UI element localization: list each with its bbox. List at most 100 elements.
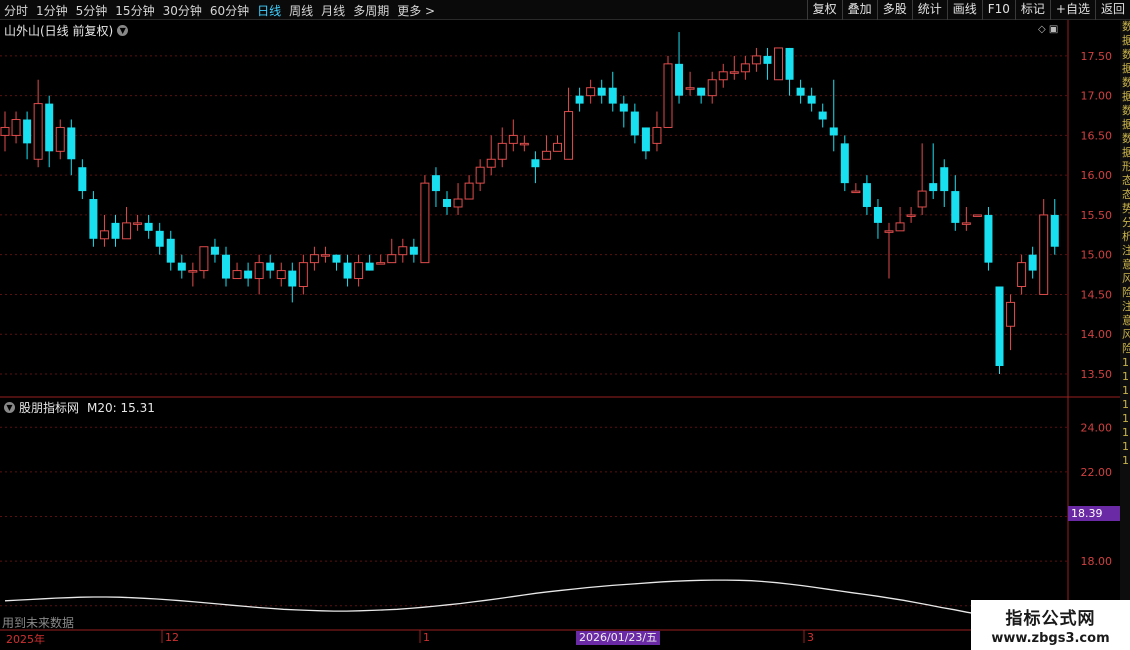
candle-body-up [398, 246, 408, 256]
candle-body-up [99, 230, 109, 240]
watermark-url: www.zbgs3.com [991, 631, 1110, 646]
candle-body-down [222, 254, 230, 279]
candle-body-up [11, 119, 21, 136]
indicator-tick-label: 22.00 [1081, 466, 1113, 479]
candle-body-up [376, 262, 386, 265]
candle-body-up [497, 142, 507, 160]
candle-body-up [519, 142, 529, 146]
candle-body-down [78, 167, 87, 192]
candle-body-down [597, 87, 606, 96]
candle-body-up [740, 63, 750, 73]
candle-body-down [829, 127, 838, 136]
future-data-notice: 用到未来数据 [2, 616, 75, 630]
candle-body-up [685, 87, 695, 90]
candle-body-down [166, 238, 175, 263]
price-tick-label: 16.00 [1081, 169, 1113, 182]
candle-body-up [774, 47, 783, 81]
candle-body-down [807, 95, 816, 104]
candle-body-up [751, 55, 761, 65]
candle-body-down [619, 103, 628, 112]
candle-body-down [45, 103, 54, 152]
candle-body-down [929, 183, 938, 192]
price-tick-label: 14.00 [1081, 328, 1113, 341]
candle-body-down [531, 159, 540, 168]
price-tick-label: 17.00 [1081, 90, 1113, 103]
candle-body-down [155, 230, 164, 247]
candle-body-up [486, 158, 496, 168]
candle-body-down [343, 262, 352, 279]
candle-body-up [232, 270, 242, 280]
price-tick-label: 13.50 [1081, 368, 1113, 381]
candle-body-up [663, 63, 673, 128]
watermark: 指标公式网 www.zbgs3.com [971, 600, 1130, 650]
candle-body-up [33, 103, 43, 160]
price-tick-label: 15.00 [1081, 249, 1113, 262]
candle-body-up [541, 150, 551, 160]
candle-body-up [475, 166, 485, 184]
candle-body-down [443, 199, 451, 207]
candle-body-down [177, 262, 186, 271]
candle-body-up [354, 262, 364, 280]
candle-body-up [707, 79, 717, 97]
candle-body-down [940, 167, 949, 192]
price-tick-label: 16.50 [1081, 129, 1113, 142]
candle-body-down [266, 262, 275, 271]
indicator-tick-label: 24.00 [1081, 421, 1113, 434]
candle-body-up [320, 254, 330, 257]
candle-body-up [906, 214, 916, 217]
candle-body-up [1039, 214, 1049, 295]
candle-body-down [873, 206, 882, 223]
candle-body-up [1006, 301, 1016, 327]
candle-body-up [652, 126, 662, 144]
candle-body-up [254, 262, 264, 280]
candle-body-up [55, 126, 65, 152]
indicator-tick-label: 18.00 [1081, 555, 1113, 568]
candle-body-down [210, 246, 219, 255]
right-info-strip: 数据数据数据数据 数据形态态势分析 注意风险注意风险 11111111 [1120, 20, 1130, 650]
chart-canvas[interactable]: 17.50 17.00 16.50 16.00 15.50 15.00 14.50 14.00… [0, 0, 1130, 650]
candle-body-down [840, 143, 849, 184]
candle-body-down [431, 175, 440, 192]
candle-body-down [332, 254, 341, 263]
candle-body-down [1028, 254, 1037, 271]
candle-body-down [144, 222, 153, 231]
candle-body-up [972, 214, 982, 217]
candle-body-down [630, 111, 639, 136]
month-label: 12 [165, 631, 179, 644]
candle-body-up [718, 71, 728, 81]
price-tick-label: 14.50 [1081, 288, 1113, 301]
month-label: 1 [423, 631, 430, 644]
candle-body-down [951, 191, 960, 223]
candle-body-down [409, 246, 418, 255]
candle-body-up [508, 134, 518, 144]
year-label: 2025年 [6, 633, 45, 646]
candle-body-down [575, 95, 584, 104]
candle-body-down [763, 55, 772, 64]
candlestick-series [0, 32, 1059, 374]
candle-body-down [641, 127, 650, 152]
candle-body-down [67, 127, 76, 160]
candle-body-down [818, 111, 827, 120]
candle-body-up [276, 270, 286, 280]
candle-body-up [298, 262, 308, 287]
candle-body-up [464, 182, 474, 200]
candle-body-up [133, 222, 143, 225]
m20-line [4, 579, 1031, 622]
candle-body-up [586, 87, 596, 97]
candle-body-up [0, 126, 10, 136]
candle-body-up [199, 246, 209, 272]
candle-body-up [309, 254, 319, 264]
candle-body-down [111, 222, 120, 239]
candle-body-down [365, 262, 374, 271]
candle-body-down [862, 183, 871, 207]
watermark-title: 指标公式网 [1005, 609, 1096, 629]
candle-body-down [796, 87, 805, 96]
candle-body-down [23, 119, 32, 144]
candle-body-down [675, 63, 684, 96]
candle-body-up [1017, 262, 1027, 287]
candle-body-up [961, 222, 971, 225]
candle-body-down [995, 286, 1004, 367]
candle-body-up [895, 222, 905, 232]
candle-body-up [729, 71, 739, 74]
candle-body-up [387, 254, 397, 264]
